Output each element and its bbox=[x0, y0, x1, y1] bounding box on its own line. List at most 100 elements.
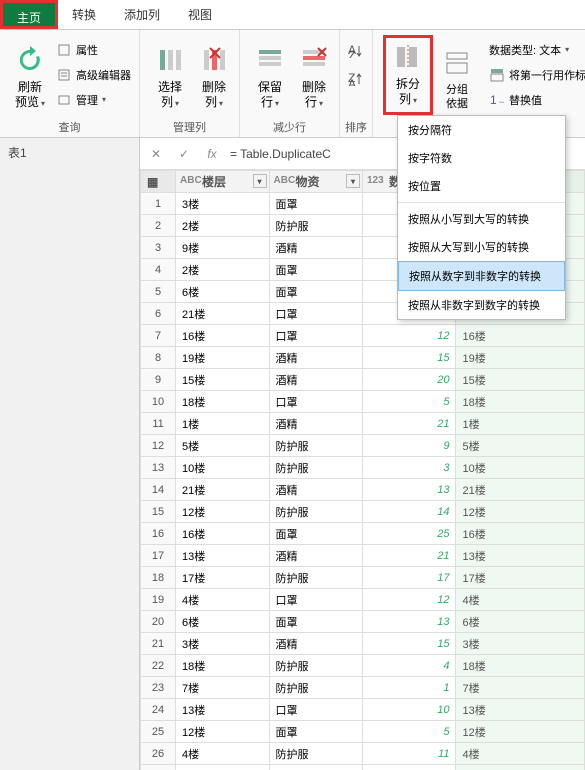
table-row[interactable]: 237楼防护服17楼 bbox=[141, 677, 585, 699]
dropdown-item-selected[interactable]: 按照从数字到非数字的转换 bbox=[398, 261, 565, 291]
cell[interactable]: 酒精 bbox=[269, 237, 362, 259]
cell[interactable]: 3 bbox=[362, 457, 455, 479]
keep-rows-button[interactable]: 保留 行▾ bbox=[248, 35, 292, 115]
cell[interactable]: 3楼 bbox=[176, 633, 269, 655]
cell[interactable]: 3楼 bbox=[176, 193, 269, 215]
cell[interactable]: 6楼 bbox=[456, 611, 585, 633]
cell[interactable]: 酒精 bbox=[269, 369, 362, 391]
cell[interactable]: 3楼 bbox=[456, 633, 585, 655]
cell[interactable]: 防护服 bbox=[269, 501, 362, 523]
cell[interactable]: 1楼 bbox=[456, 413, 585, 435]
cell[interactable]: 面罩 bbox=[269, 281, 362, 303]
cell[interactable]: 18楼 bbox=[456, 655, 585, 677]
cell[interactable]: 面罩 bbox=[269, 611, 362, 633]
table-row[interactable]: 2218楼防护服418楼 bbox=[141, 655, 585, 677]
cell[interactable]: 防护服 bbox=[269, 655, 362, 677]
cell[interactable]: 防护服 bbox=[269, 457, 362, 479]
cell[interactable]: 13 bbox=[362, 611, 455, 633]
cell[interactable]: 17楼 bbox=[456, 567, 585, 589]
table-row[interactable]: 1512楼防护服1412楼 bbox=[141, 501, 585, 523]
table-row[interactable]: 111楼酒精211楼 bbox=[141, 413, 585, 435]
table-row[interactable]: 1817楼防护服1717楼 bbox=[141, 567, 585, 589]
table-row[interactable]: 206楼面罩136楼 bbox=[141, 611, 585, 633]
cell[interactable]: 4 bbox=[362, 655, 455, 677]
cell[interactable]: 酒精 bbox=[269, 347, 362, 369]
cell[interactable]: 9 bbox=[362, 435, 455, 457]
cell[interactable]: 16楼 bbox=[456, 325, 585, 347]
cell[interactable]: 15 bbox=[362, 347, 455, 369]
tab-add-column[interactable]: 添加列 bbox=[110, 0, 174, 29]
cell[interactable]: 口罩 bbox=[269, 589, 362, 611]
cell[interactable]: 13楼 bbox=[456, 699, 585, 721]
split-column-button[interactable]: 拆分 列▾ bbox=[383, 35, 433, 115]
filter-icon[interactable]: ▾ bbox=[253, 174, 267, 188]
cell[interactable]: 15楼 bbox=[456, 369, 585, 391]
sort-desc-button[interactable]: ZA bbox=[348, 68, 364, 90]
column-header[interactable]: ABC楼层▾ bbox=[176, 171, 269, 193]
cell[interactable]: 11 bbox=[362, 743, 455, 765]
table-row[interactable]: 1310楼防护服310楼 bbox=[141, 457, 585, 479]
table-row[interactable]: 716楼口罩1216楼 bbox=[141, 325, 585, 347]
manage-button[interactable]: 管理▾ bbox=[52, 89, 135, 111]
cell[interactable]: 面罩 bbox=[269, 765, 362, 770]
cell[interactable]: 口罩 bbox=[269, 699, 362, 721]
cell[interactable]: 13楼 bbox=[456, 545, 585, 567]
data-type-button[interactable]: 数据类型: 文本▾ bbox=[485, 39, 585, 61]
column-header[interactable]: ABC物资▾ bbox=[269, 171, 362, 193]
table-row[interactable]: 2512楼面罩512楼 bbox=[141, 721, 585, 743]
dropdown-item[interactable]: 按位置 bbox=[398, 172, 565, 200]
cell[interactable]: 口罩 bbox=[269, 391, 362, 413]
tab-transform[interactable]: 转换 bbox=[58, 0, 110, 29]
formula-confirm-icon[interactable]: ✓ bbox=[174, 144, 194, 164]
cell[interactable]: 5楼 bbox=[456, 435, 585, 457]
cell[interactable]: 1 bbox=[362, 677, 455, 699]
cell[interactable]: 酒精 bbox=[269, 413, 362, 435]
cell[interactable] bbox=[456, 765, 585, 770]
cell[interactable]: 口罩 bbox=[269, 303, 362, 325]
cell[interactable]: 酒精 bbox=[269, 479, 362, 501]
choose-columns-button[interactable]: 选择 列▾ bbox=[148, 35, 192, 115]
cell[interactable]: 10楼 bbox=[456, 457, 585, 479]
table-row[interactable]: 915楼酒精2015楼 bbox=[141, 369, 585, 391]
cell[interactable]: 1楼 bbox=[176, 413, 269, 435]
cell[interactable]: 20 bbox=[362, 369, 455, 391]
remove-rows-button[interactable]: 删除 行▾ bbox=[292, 35, 336, 115]
cell[interactable]: 口罩 bbox=[269, 325, 362, 347]
cell[interactable]: 4楼 bbox=[176, 589, 269, 611]
tab-home[interactable]: 主页 bbox=[0, 0, 58, 29]
cell[interactable]: 21楼 bbox=[176, 303, 269, 325]
table-row[interactable]: 2413楼口罩1013楼 bbox=[141, 699, 585, 721]
replace-values-button[interactable]: 1→2 替换值 bbox=[485, 89, 585, 111]
cell[interactable]: 9楼 bbox=[176, 237, 269, 259]
cell[interactable]: 12楼 bbox=[176, 721, 269, 743]
tab-view[interactable]: 视图 bbox=[174, 0, 226, 29]
cell[interactable]: 防护服 bbox=[269, 677, 362, 699]
dropdown-item[interactable]: 按照从小写到大写的转换 bbox=[398, 205, 565, 233]
cell[interactable]: 17 bbox=[362, 567, 455, 589]
remove-columns-button[interactable]: 删除 列▾ bbox=[192, 35, 236, 115]
table-row[interactable]: 1018楼口罩518楼 bbox=[141, 391, 585, 413]
cell[interactable]: 12 bbox=[362, 589, 455, 611]
cell[interactable]: 17楼 bbox=[176, 567, 269, 589]
cell[interactable]: 4楼 bbox=[456, 743, 585, 765]
cell[interactable]: 6楼 bbox=[176, 281, 269, 303]
cell[interactable]: 15楼 bbox=[176, 369, 269, 391]
cell[interactable]: 面罩 bbox=[269, 193, 362, 215]
cell[interactable]: 12 bbox=[362, 325, 455, 347]
cell[interactable]: 5 bbox=[362, 391, 455, 413]
cell[interactable]: 21楼 bbox=[176, 479, 269, 501]
properties-button[interactable]: 属性 bbox=[52, 39, 135, 61]
formula-fx-icon[interactable]: fx bbox=[202, 144, 222, 164]
sort-asc-button[interactable]: AZ bbox=[348, 40, 364, 62]
cell[interactable]: 酒精 bbox=[269, 545, 362, 567]
cell[interactable]: 2楼 bbox=[176, 259, 269, 281]
table-row[interactable]: 819楼酒精1519楼 bbox=[141, 347, 585, 369]
rownum-header[interactable]: ▦ bbox=[141, 171, 176, 193]
cell[interactable]: 21 bbox=[362, 413, 455, 435]
cell[interactable]: 5楼 bbox=[176, 435, 269, 457]
cell[interactable]: 防护服 bbox=[269, 435, 362, 457]
cell[interactable]: 21 bbox=[362, 545, 455, 567]
dropdown-item[interactable]: 按照从大写到小写的转换 bbox=[398, 233, 565, 261]
cell[interactable]: 16楼 bbox=[176, 325, 269, 347]
cell[interactable]: 21楼 bbox=[456, 479, 585, 501]
